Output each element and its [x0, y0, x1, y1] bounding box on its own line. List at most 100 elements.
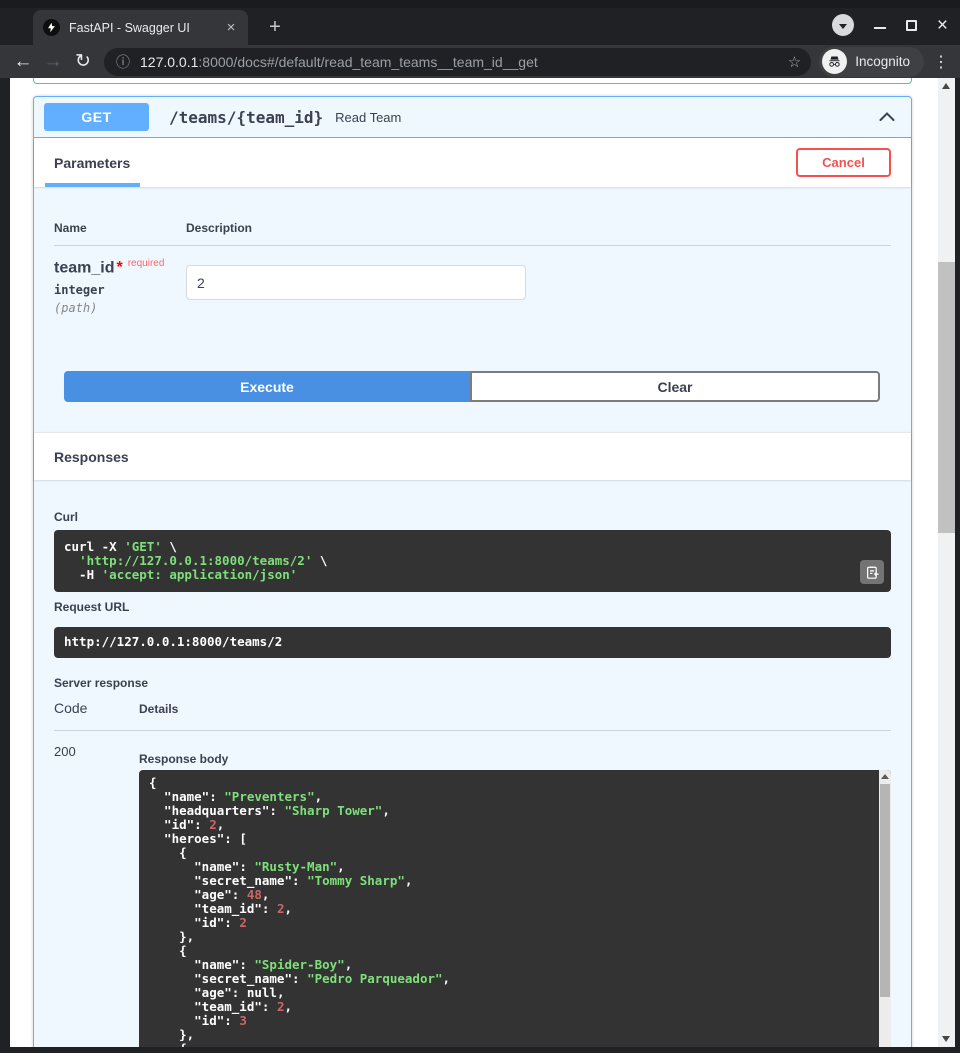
code-line: "team_id": 2,: [149, 902, 881, 916]
response-body-code: { "name": "Preventers", "headquarters": …: [149, 776, 881, 1047]
address-bar[interactable]: ⓘ 127.0.0.1:8000/docs#/default/read_team…: [104, 48, 811, 76]
page-scrollbar-thumb[interactable]: [938, 262, 955, 533]
fastapi-favicon-icon: [43, 19, 60, 36]
copy-to-clipboard-button[interactable]: [860, 560, 884, 584]
column-header-description: Description: [186, 221, 252, 235]
code-line: "heroes": [: [149, 832, 881, 846]
caret-down-icon: [839, 24, 847, 29]
page-scroll-up-icon[interactable]: [942, 83, 950, 89]
execute-wrapper: Execute Clear: [64, 371, 880, 402]
incognito-label: Incognito: [855, 54, 910, 69]
window-caret-button[interactable]: [832, 14, 854, 36]
endpoint-summary: Read Team: [335, 110, 877, 125]
new-tab-button[interactable]: +: [262, 14, 288, 40]
code-line: {: [149, 846, 881, 860]
parameter-type: integer: [54, 283, 186, 297]
code-line: "name": "Preventers",: [149, 790, 881, 804]
window-maximize-button[interactable]: [906, 20, 917, 31]
incognito-icon: [822, 49, 847, 74]
parameters-tab-header: Parameters Cancel: [34, 138, 911, 187]
operation-summary[interactable]: GET /teams/{team_id} Read Team: [34, 97, 911, 138]
scroll-up-arrow-icon[interactable]: [881, 774, 889, 779]
active-tab-underline: [45, 183, 140, 187]
parameter-row: team_id*required integer (path): [54, 246, 891, 315]
parameter-meta: team_id*required integer (path): [54, 258, 186, 315]
url-text[interactable]: 127.0.0.1:8000/docs#/default/read_team_t…: [140, 54, 780, 70]
column-header-details: Details: [139, 702, 178, 716]
response-scrollbar-thumb[interactable]: [880, 784, 890, 997]
code-line: "age": null,: [149, 986, 881, 1000]
code-line: curl -X 'GET' \: [64, 540, 881, 554]
reload-button-icon[interactable]: ↻: [68, 50, 98, 73]
server-response-label: Server response: [54, 676, 891, 690]
method-badge: GET: [44, 103, 149, 131]
response-details-cell: Response body { "name": "Preventers", "h…: [139, 744, 891, 1047]
parameter-name: team_id*required: [54, 258, 186, 277]
code-line: "age": 48,: [149, 888, 881, 902]
code-line: {: [149, 776, 881, 790]
code-line: -H 'accept: application/json': [64, 568, 881, 582]
server-response-row: 200 Response body { "name": "Preventers"…: [54, 731, 891, 1047]
server-response-table-head: Code Details: [54, 700, 891, 731]
site-info-icon[interactable]: ⓘ: [116, 52, 130, 72]
curl-code: curl -X 'GET' \ 'http://127.0.0.1:8000/t…: [64, 540, 881, 582]
responses-section-header: Responses: [34, 432, 911, 480]
code-line: {: [149, 944, 881, 958]
incognito-badge: Incognito: [819, 47, 924, 77]
swagger-page: GET /teams/{team_id} Read Team Parameter…: [10, 78, 955, 1047]
code-line: "secret_name": "Pedro Parqueador",: [149, 972, 881, 986]
curl-command-block: curl -X 'GET' \ 'http://127.0.0.1:8000/t…: [54, 530, 891, 592]
cancel-button[interactable]: Cancel: [796, 148, 891, 177]
url-path: :8000/docs#/default/read_team_teams__tea…: [198, 54, 537, 70]
tab-parameters[interactable]: Parameters: [54, 155, 130, 171]
bookmark-star-icon[interactable]: ☆: [788, 53, 801, 71]
status-code: 200: [54, 744, 139, 1047]
execute-button[interactable]: Execute: [64, 371, 470, 402]
browser-tab-strip: FastAPI - Swagger UI × + ×: [0, 0, 960, 45]
window-minimize-button[interactable]: [874, 27, 886, 29]
response-body-block: { "name": "Preventers", "headquarters": …: [139, 770, 891, 1047]
curl-label: Curl: [54, 510, 891, 524]
back-button-icon[interactable]: ←: [8, 51, 38, 73]
parameters-table-head: Name Description: [54, 221, 891, 246]
browser-menu-icon[interactable]: ⋮: [928, 52, 954, 72]
code-line: 'http://127.0.0.1:8000/teams/2' \: [64, 554, 881, 568]
endpoint-path: /teams/{team_id}: [169, 108, 323, 127]
tab-title: FastAPI - Swagger UI: [69, 21, 222, 35]
page-scroll-down-icon[interactable]: [942, 1036, 950, 1042]
code-line: },: [149, 1028, 881, 1042]
required-star: *: [116, 259, 122, 276]
parameter-value-cell: [186, 258, 526, 315]
code-line: "name": "Rusty-Man",: [149, 860, 881, 874]
browser-toolbar: ← → ↻ ⓘ 127.0.0.1:8000/docs#/default/rea…: [0, 45, 960, 78]
parameter-location: (path): [54, 301, 186, 315]
code-line: "secret_name": "Tommy Sharp",: [149, 874, 881, 888]
code-line: {: [149, 1042, 881, 1047]
forward-button-icon[interactable]: →: [38, 51, 68, 73]
opblock-get-read-team: GET /teams/{team_id} Read Team Parameter…: [33, 96, 912, 1047]
window-close-button[interactable]: ×: [937, 16, 948, 35]
code-line: },: [149, 930, 881, 944]
request-url-label: Request URL: [54, 600, 891, 614]
responses-title: Responses: [54, 449, 129, 465]
tab-close-icon[interactable]: ×: [222, 19, 240, 36]
responses-content: Curl curl -X 'GET' \ 'http://127.0.0.1:8…: [34, 480, 911, 1047]
collapse-chevron-icon[interactable]: [877, 107, 897, 127]
response-body-label: Response body: [139, 752, 891, 766]
code-line: "id": 3: [149, 1014, 881, 1028]
window-drag-area: [0, 0, 960, 8]
url-host: 127.0.0.1: [140, 54, 198, 70]
required-label: required: [128, 258, 165, 269]
clear-button[interactable]: Clear: [470, 371, 880, 402]
code-line: "team_id": 2,: [149, 1000, 881, 1014]
response-body-scrollbar[interactable]: [879, 770, 891, 1047]
code-line: "id": 2: [149, 916, 881, 930]
parameters-section: Name Description team_id*required intege…: [34, 187, 911, 402]
browser-tab[interactable]: FastAPI - Swagger UI ×: [33, 10, 248, 45]
team-id-input[interactable]: [186, 265, 526, 300]
column-header-name: Name: [54, 221, 186, 235]
request-url-block: http://127.0.0.1:8000/teams/2: [54, 627, 891, 658]
previous-opblock-partial: [33, 78, 912, 84]
page-scrollbar[interactable]: [938, 78, 955, 1047]
column-header-code: Code: [54, 700, 139, 716]
